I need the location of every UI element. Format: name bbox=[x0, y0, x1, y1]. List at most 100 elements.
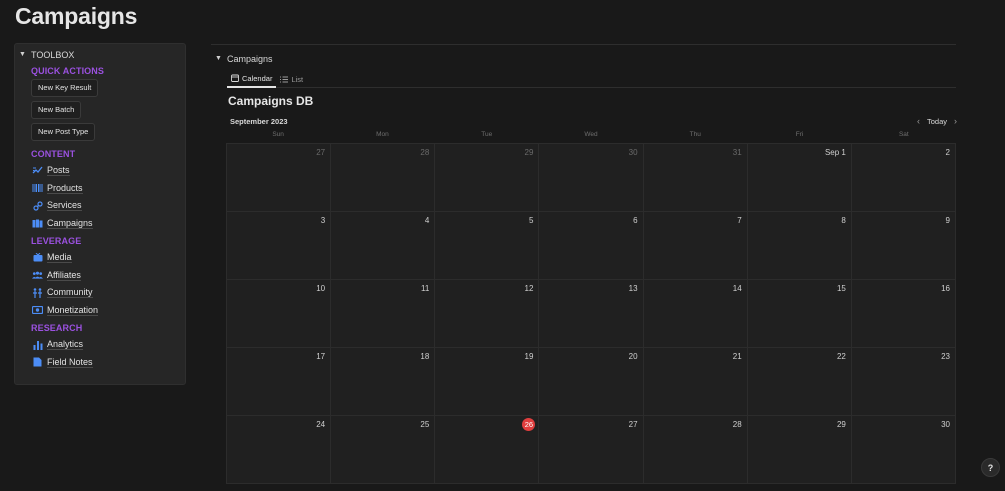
today-button[interactable]: Today bbox=[927, 117, 947, 126]
help-button[interactable]: ? bbox=[981, 458, 1000, 477]
calendar-day-cell[interactable]: 17 bbox=[227, 348, 332, 416]
calendar-day-cell[interactable]: 14 bbox=[643, 280, 748, 348]
day-number: 19 bbox=[524, 352, 534, 361]
calendar-day-cell[interactable]: 29 bbox=[435, 144, 540, 212]
month-label: September 2023 bbox=[230, 116, 288, 126]
calendar-day-cell[interactable]: 30 bbox=[539, 144, 644, 212]
weekday-label: Wed bbox=[584, 131, 598, 138]
weekday-header: Sun Mon Tue Wed Thu Fri Sat bbox=[226, 131, 956, 143]
calendar-day-cell[interactable]: 8 bbox=[747, 212, 852, 280]
list-icon bbox=[280, 76, 289, 82]
calendar-day-cell[interactable]: 11 bbox=[331, 280, 436, 348]
calendar-day-cell[interactable]: 2 bbox=[851, 144, 956, 212]
nav-item-products[interactable]: Products bbox=[15, 180, 185, 198]
new-post-type-button[interactable]: New Post Type bbox=[31, 123, 96, 141]
new-key-result-button[interactable]: New Key Result bbox=[31, 79, 99, 97]
day-number: 17 bbox=[316, 352, 326, 361]
nav-item-monetization[interactable]: Monetization bbox=[15, 302, 185, 320]
day-number: 27 bbox=[316, 148, 326, 157]
barcode-icon bbox=[32, 183, 43, 194]
calendar-day-cell[interactable]: 24 bbox=[227, 416, 332, 484]
calendar-day-cell[interactable]: 27 bbox=[539, 416, 644, 484]
day-number: 26 bbox=[522, 418, 536, 431]
nav-item-campaigns[interactable]: Campaigns bbox=[15, 215, 185, 233]
calendar-day-cell[interactable]: 7 bbox=[643, 212, 748, 280]
day-number: 11 bbox=[420, 284, 430, 293]
tab-calendar[interactable]: Calendar bbox=[227, 70, 277, 88]
calendar-icon bbox=[231, 74, 239, 82]
calendar-day-cell[interactable]: 6 bbox=[539, 212, 644, 280]
day-number: 4 bbox=[424, 216, 430, 225]
toolbox-title: TOOLBOX bbox=[31, 49, 75, 60]
calendar-day-cell[interactable]: 22 bbox=[747, 348, 852, 416]
bar-chart-icon bbox=[32, 339, 43, 350]
day-number: 14 bbox=[732, 284, 742, 293]
nav-item-media[interactable]: Media bbox=[15, 249, 185, 267]
calendar-day-cell[interactable]: 13 bbox=[539, 280, 644, 348]
section-quick-actions: QUICK ACTIONS bbox=[31, 65, 104, 76]
database-toggle[interactable]: ▼ Campaigns bbox=[211, 51, 956, 66]
day-number: 31 bbox=[732, 148, 742, 157]
view-tabs: Calendar List bbox=[227, 70, 956, 88]
calendar-day-cell[interactable]: 19 bbox=[435, 348, 540, 416]
tv-icon bbox=[32, 252, 43, 263]
toolbox-toggle[interactable]: ▼ TOOLBOX bbox=[15, 47, 185, 62]
chevron-right-icon[interactable]: › bbox=[954, 116, 957, 126]
day-number: 25 bbox=[420, 420, 430, 429]
nav-item-field-notes[interactable]: Field Notes bbox=[15, 354, 185, 372]
chevron-left-icon[interactable]: ‹ bbox=[917, 116, 920, 126]
section-research: RESEARCH bbox=[31, 322, 83, 333]
calendar-day-cell[interactable]: 21 bbox=[643, 348, 748, 416]
trend-icon bbox=[32, 165, 43, 176]
nav-item-analytics[interactable]: Analytics bbox=[15, 336, 185, 354]
calendar-day-cell[interactable]: 25 bbox=[331, 416, 436, 484]
calendar-day-cell[interactable]: 4 bbox=[331, 212, 436, 280]
weekday-label: Tue bbox=[481, 131, 493, 138]
calendar-header: September 2023 ‹ Today › bbox=[230, 114, 957, 128]
weekday-label: Sat bbox=[898, 131, 909, 138]
calendar-day-cell[interactable]: 23 bbox=[851, 348, 956, 416]
day-number: 3 bbox=[320, 216, 326, 225]
calendar-day-cell[interactable]: 26 bbox=[435, 416, 540, 484]
calendar-day-cell[interactable]: 5 bbox=[435, 212, 540, 280]
day-number: 29 bbox=[524, 148, 534, 157]
day-number: 6 bbox=[633, 216, 638, 225]
calendar-day-cell[interactable]: 16 bbox=[851, 280, 956, 348]
document-icon bbox=[32, 357, 43, 368]
calendar-day-cell[interactable]: Sep 1 bbox=[747, 144, 852, 212]
calendar-day-cell[interactable]: 18 bbox=[331, 348, 436, 416]
calendar-day-cell[interactable]: 12 bbox=[435, 280, 540, 348]
day-number: 20 bbox=[628, 352, 638, 361]
database-view: ▼ Campaigns Calendar List Campaigns DB S… bbox=[211, 44, 957, 484]
day-number: 23 bbox=[941, 352, 950, 361]
community-icon bbox=[32, 287, 43, 298]
day-number: 8 bbox=[841, 216, 846, 225]
nav-item-services[interactable]: Services bbox=[15, 197, 185, 215]
nav-item-affiliates[interactable]: Affiliates bbox=[15, 267, 185, 285]
calendar-day-cell[interactable]: 20 bbox=[539, 348, 644, 416]
day-number: 28 bbox=[732, 420, 742, 429]
calendar-day-cell[interactable]: 31 bbox=[643, 144, 748, 212]
day-number: 13 bbox=[628, 284, 638, 293]
day-number: 15 bbox=[836, 284, 846, 293]
day-number: 5 bbox=[528, 216, 534, 225]
calendar-day-cell[interactable]: 29 bbox=[747, 416, 852, 484]
day-number: 16 bbox=[941, 284, 950, 293]
new-batch-button[interactable]: New Batch bbox=[31, 101, 82, 119]
calendar-day-cell[interactable]: 28 bbox=[643, 416, 748, 484]
calendar-day-cell[interactable]: 10 bbox=[227, 280, 332, 348]
calendar-grid: 27 28 29 30 31 Sep 1 2 3 4 5 6 7 8 9 10 11 12 13 14 15 16 17 1… bbox=[226, 143, 956, 484]
calendar-day-cell[interactable]: 30 bbox=[851, 416, 956, 484]
calendar-day-cell[interactable]: 27 bbox=[227, 144, 332, 212]
nav-item-community[interactable]: Community bbox=[15, 284, 185, 302]
day-number: 18 bbox=[420, 352, 430, 361]
book-icon bbox=[32, 218, 43, 229]
triangle-down-icon: ▼ bbox=[19, 51, 26, 58]
calendar-day-cell[interactable]: 15 bbox=[747, 280, 852, 348]
calendar-day-cell[interactable]: 9 bbox=[851, 212, 956, 280]
calendar-day-cell[interactable]: 3 bbox=[227, 212, 332, 280]
triangle-down-icon: ▼ bbox=[215, 55, 222, 62]
nav-item-posts[interactable]: Posts bbox=[15, 162, 185, 180]
tab-list[interactable]: List bbox=[276, 70, 307, 88]
calendar-day-cell[interactable]: 28 bbox=[331, 144, 436, 212]
